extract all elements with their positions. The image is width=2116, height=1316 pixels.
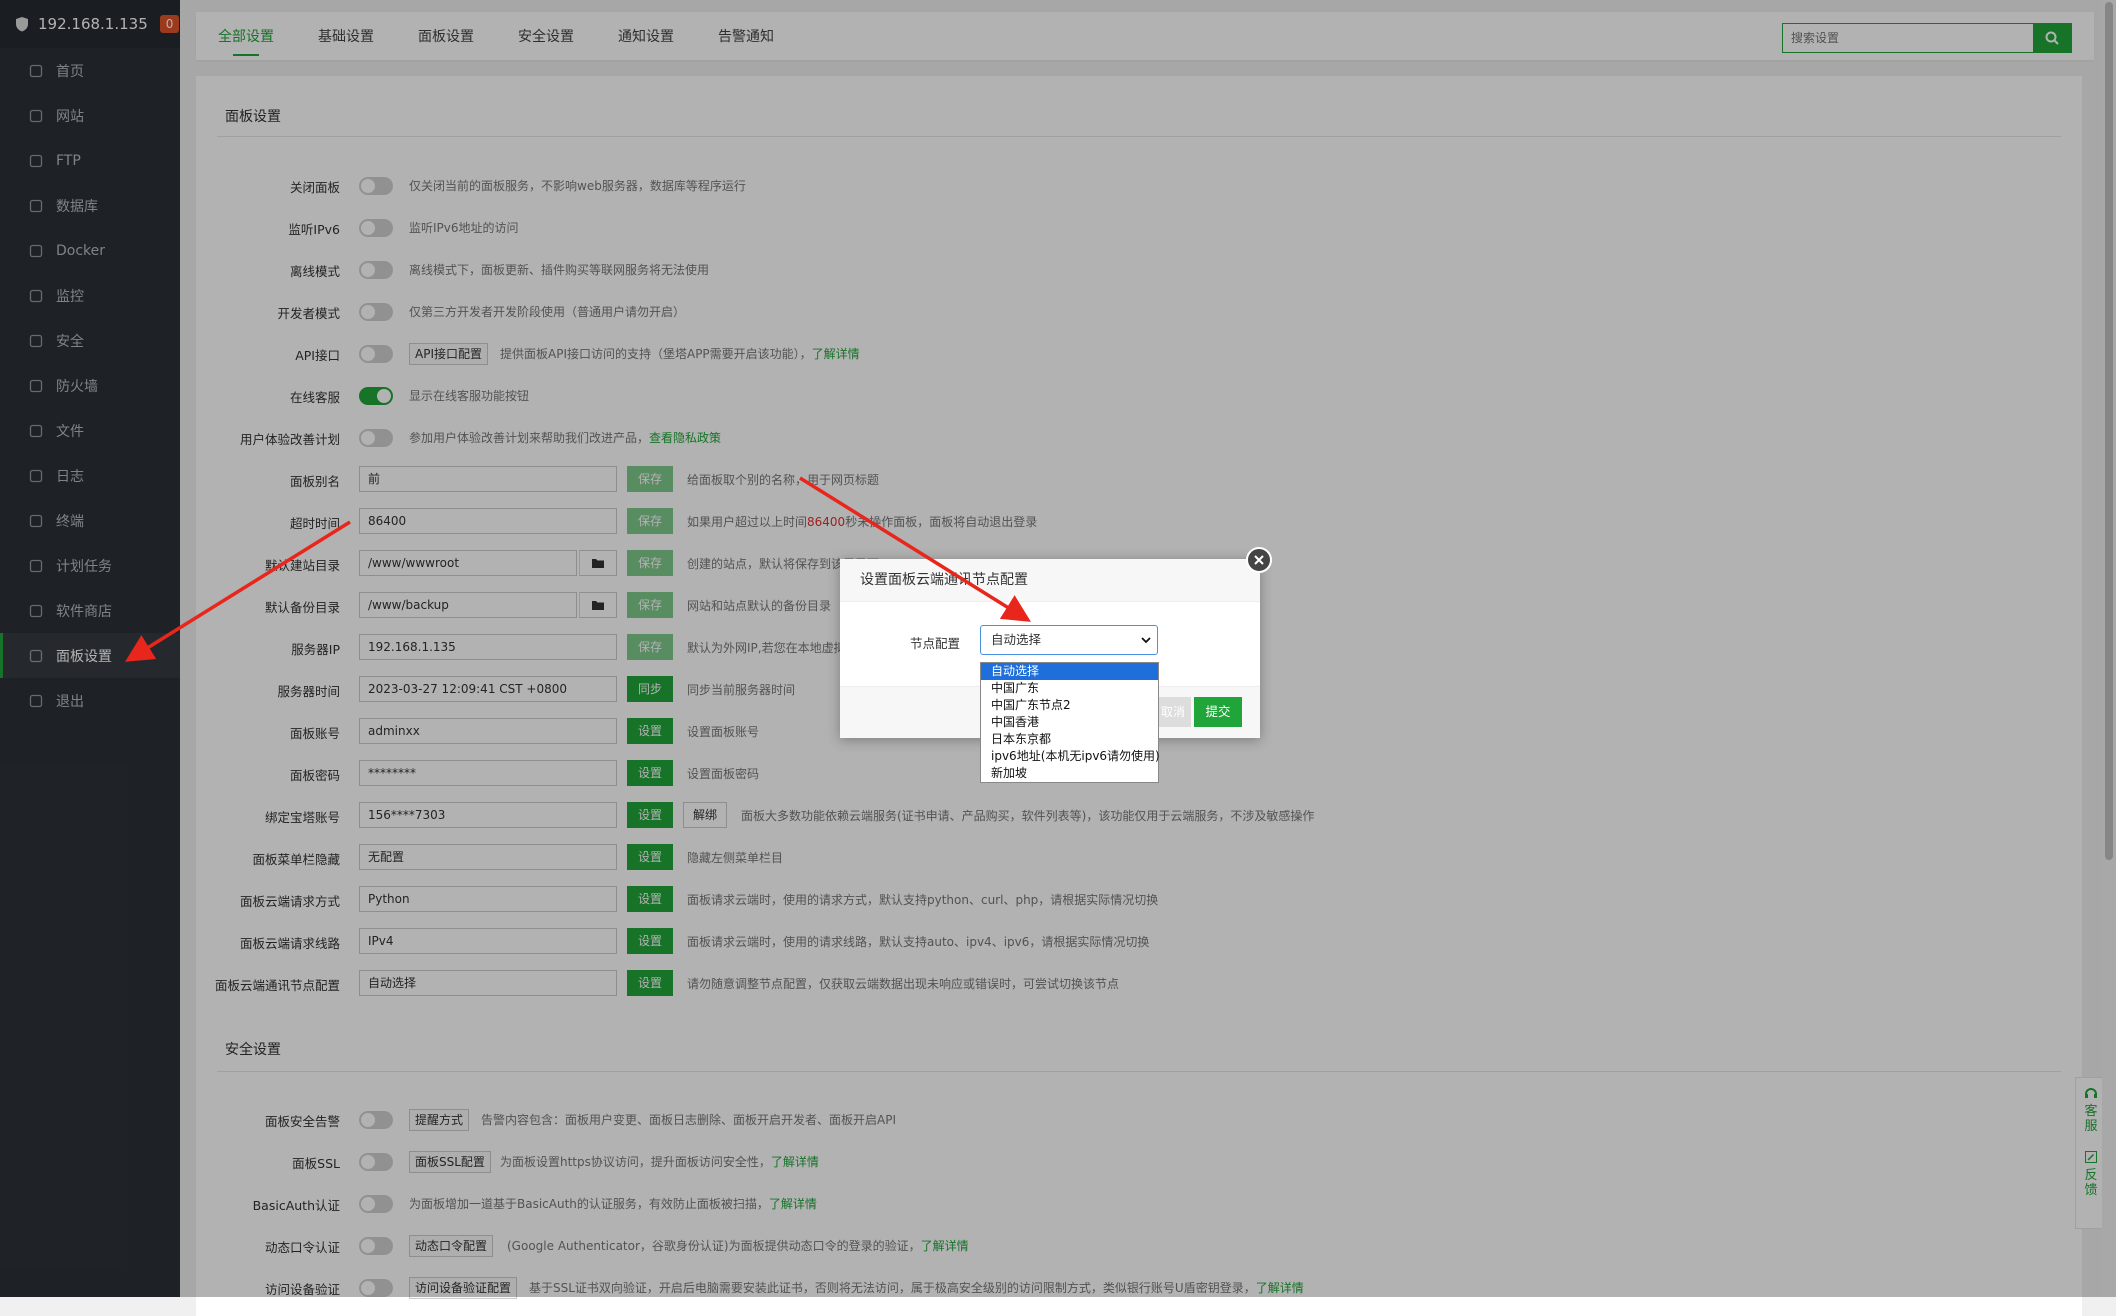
node-option[interactable]: 中国广东节点2 <box>981 697 1158 714</box>
chevron-down-icon <box>1141 637 1151 644</box>
node-config-label: 节点配置 <box>910 636 961 651</box>
submit-button[interactable]: 提交 <box>1194 697 1242 727</box>
dialog-title: 设置面板云端通讯节点配置 <box>840 559 1260 602</box>
dialog-close-button[interactable] <box>1246 547 1272 573</box>
node-option[interactable]: 中国香港 <box>981 714 1158 731</box>
node-select[interactable]: 自动选择 <box>980 625 1158 655</box>
node-option[interactable]: 中国广东 <box>981 680 1158 697</box>
node-select-value: 自动选择 <box>991 632 1042 647</box>
node-option[interactable]: 自动选择 <box>981 663 1158 680</box>
node-option[interactable]: 日本东京都 <box>981 731 1158 748</box>
node-select-dropdown: 自动选择 中国广东 中国广东节点2 中国香港 日本东京都 ipv6地址(本机无i… <box>980 662 1160 783</box>
node-option[interactable]: 新加坡 <box>981 765 1158 782</box>
close-icon <box>1254 555 1264 565</box>
node-option[interactable]: ipv6地址(本机无ipv6请勿使用) <box>981 748 1160 765</box>
